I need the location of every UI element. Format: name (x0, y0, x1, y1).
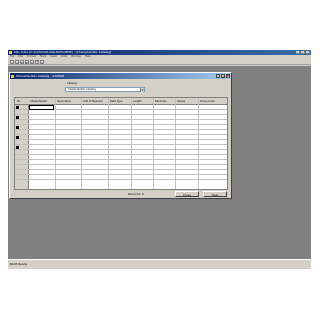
new-icon[interactable]: □ (10, 59, 14, 64)
help-icon[interactable]: ? (40, 59, 44, 64)
row-marker-icon (16, 146, 19, 149)
row-marker-icon (16, 126, 19, 129)
dialog-minimize-icon[interactable]: _ (216, 74, 220, 79)
dialog-icon (11, 74, 14, 78)
dialog-maximize-icon[interactable]: □ (221, 74, 225, 79)
column-header[interactable]: Decimals (155, 100, 167, 103)
row-selector-icon (16, 106, 19, 109)
row-marker-icon (16, 136, 19, 139)
characteristic-grid[interactable]: No Characteristic Description Unit of Me… (14, 97, 228, 190)
record-count: Records: 0 (128, 192, 144, 196)
status-text: NUM Ready (10, 262, 28, 266)
chevron-down-icon[interactable]: ▾ (140, 87, 144, 92)
print-icon[interactable]: ▤ (25, 59, 29, 64)
column-header[interactable]: No (17, 100, 20, 103)
copy-icon[interactable]: ❐ (35, 59, 39, 64)
status-bar: NUM Ready (8, 259, 311, 269)
toolbar: □ ▭ ▪ ▤ ✂ ❐ ? (8, 59, 311, 65)
column-header[interactable]: Data Type (110, 100, 123, 103)
catalog-dialog: Characteristic Catalog - SAMPLE _ □ × Ca… (9, 72, 232, 199)
dialog-footer: Records: 0 Close Help (10, 190, 231, 198)
dialog-title: Characteristic Catalog - SAMPLE (16, 74, 65, 78)
catalog-select-value: Characteristic Catalog (68, 88, 96, 91)
close-button[interactable]: Close (175, 191, 199, 197)
grid-header: No Characteristic Description Unit of Me… (15, 98, 227, 105)
column-header[interactable]: Group Code (200, 100, 215, 103)
catalog-label: Catalog: (67, 82, 78, 85)
column-header[interactable]: Description (57, 100, 71, 103)
catalog-select[interactable]: Characteristic Catalog ▾ (65, 87, 145, 92)
app-icon (9, 51, 12, 54)
dialog-controls: _ □ × (216, 74, 230, 79)
row-marker-icon (16, 116, 19, 119)
minimize-icon[interactable] (296, 51, 300, 54)
help-button[interactable]: Help (203, 191, 227, 197)
window-controls (296, 51, 310, 54)
dialog-titlebar: Characteristic Catalog - SAMPLE _ □ × (10, 73, 231, 79)
maximize-icon[interactable] (301, 51, 305, 54)
open-icon[interactable]: ▭ (15, 59, 19, 64)
column-header[interactable]: Values (177, 100, 185, 103)
cut-icon[interactable]: ✂ (30, 59, 34, 64)
column-header[interactable]: Characteristic (30, 100, 47, 103)
save-icon[interactable]: ▪ (20, 59, 24, 64)
column-header[interactable]: Unit of Measure (83, 100, 103, 103)
table-row[interactable] (15, 175, 227, 180)
column-header[interactable]: Length (133, 100, 142, 103)
dialog-close-icon[interactable]: × (226, 74, 230, 79)
close-icon[interactable] (306, 51, 310, 54)
